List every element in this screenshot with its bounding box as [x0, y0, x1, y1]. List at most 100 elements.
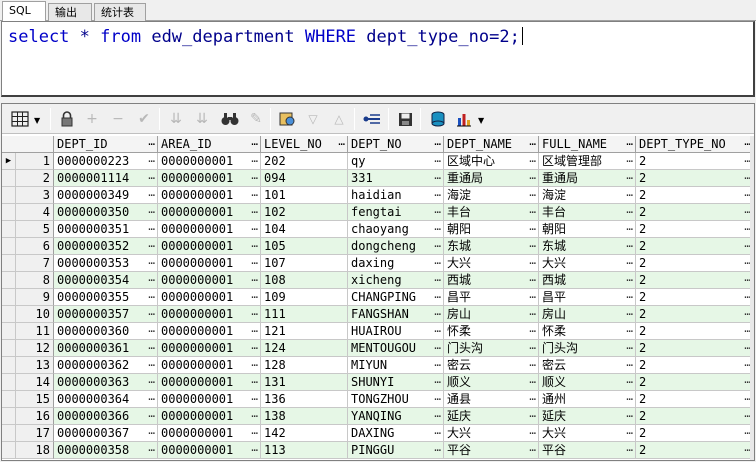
cell-area-id[interactable]: 0000000001… [158, 153, 261, 170]
cell-dept-name[interactable]: 延庆… [444, 408, 539, 425]
cell-more-icon[interactable]: … [434, 170, 441, 184]
vertical-scrollbar[interactable] [750, 136, 754, 460]
cell-dept-name[interactable]: 顺义… [444, 374, 539, 391]
cell-more-icon[interactable]: … [148, 204, 155, 218]
row-number[interactable]: 1 [16, 153, 54, 170]
cell-area-id[interactable]: 0000000001… [158, 170, 261, 187]
cell-dept-name[interactable]: 房山… [444, 306, 539, 323]
cell-dept-type-no[interactable]: 2… [636, 221, 754, 238]
row-indicator[interactable] [2, 272, 16, 289]
cell-full-name[interactable]: 大兴… [539, 255, 636, 272]
cell-dept-type-no[interactable]: 2… [636, 204, 754, 221]
cell-more-icon[interactable]: … [529, 408, 536, 422]
table-row[interactable]: 16 0000000366… 0000000001… 138 YANQING… 延庆… 延庆… [2, 408, 754, 425]
query-icon[interactable] [277, 109, 297, 129]
row-indicator[interactable] [2, 408, 16, 425]
cell-level-no[interactable]: 109 [261, 289, 348, 306]
cell-more-icon[interactable]: … [626, 204, 633, 218]
header-dept-no[interactable]: DEPT_NO… [348, 136, 444, 153]
cell-level-no[interactable]: 111 [261, 306, 348, 323]
header-dept-type-no[interactable]: DEPT_TYPE_NO… [636, 136, 754, 153]
cell-dept-type-no[interactable]: 2… [636, 255, 754, 272]
cell-dept-no[interactable]: haidian… [348, 187, 444, 204]
cell-dept-id[interactable]: 0000000358… [54, 442, 158, 459]
cell-more-icon[interactable]: … [529, 255, 536, 269]
cell-dept-type-no[interactable]: 2… [636, 340, 754, 357]
cell-more-icon[interactable]: … [626, 340, 633, 354]
cell-more-icon[interactable]: … [251, 340, 258, 354]
cell-level-no[interactable]: 202 [261, 153, 348, 170]
cell-more-icon[interactable]: … [529, 204, 536, 218]
cell-dept-id[interactable]: 0000000353… [54, 255, 158, 272]
cell-dept-name[interactable]: 门头沟… [444, 340, 539, 357]
cell-more-icon[interactable]: … [434, 204, 441, 218]
cell-dept-type-no[interactable]: 2… [636, 238, 754, 255]
cell-more-icon[interactable]: … [148, 357, 155, 371]
cell-area-id[interactable]: 0000000001… [158, 187, 261, 204]
cell-area-id[interactable]: 0000000001… [158, 391, 261, 408]
cell-more-icon[interactable]: … [626, 391, 633, 405]
cell-area-id[interactable]: 0000000001… [158, 272, 261, 289]
cell-dept-no[interactable]: dongcheng… [348, 238, 444, 255]
cell-dept-name[interactable]: 区域中心… [444, 153, 539, 170]
save-icon[interactable] [395, 109, 415, 129]
cell-more-icon[interactable]: … [626, 306, 633, 320]
row-number[interactable]: 10 [16, 306, 54, 323]
cell-dept-type-no[interactable]: 2… [636, 357, 754, 374]
table-row[interactable]: 10 0000000357… 0000000001… 111 FANGSHAN… 房山… 房… [2, 306, 754, 323]
row-indicator[interactable] [2, 374, 16, 391]
table-row[interactable]: 14 0000000363 … 0000000001 … 131 SHUNYI … 顺义 … 顺义 …… [2, 374, 754, 391]
cell-more-icon[interactable]: … [434, 340, 441, 354]
cell-dept-name[interactable]: 大兴… [444, 255, 539, 272]
lock-icon[interactable] [57, 109, 77, 129]
cell-more-icon[interactable]: … [148, 153, 155, 167]
cell-full-name[interactable]: 怀柔… [539, 323, 636, 340]
cell-more-icon[interactable]: … [434, 442, 441, 456]
chart-icon[interactable] [454, 109, 474, 129]
cell-level-no[interactable]: 102 [261, 204, 348, 221]
cell-dept-type-no[interactable]: 2… [636, 391, 754, 408]
cell-dept-no[interactable]: TONGZHOU… [348, 391, 444, 408]
cell-more-icon[interactable]: … [626, 425, 633, 439]
cell-more-icon[interactable]: … [251, 204, 258, 218]
row-number[interactable]: 7 [16, 255, 54, 272]
row-indicator[interactable] [2, 221, 16, 238]
header-dept-id[interactable]: DEPT_ID… [54, 136, 158, 153]
table-row[interactable]: 9 0000000355… 0000000001… 109 CHANGPING… 昌平… 昌… [2, 289, 754, 306]
cell-dept-name[interactable]: 东城… [444, 238, 539, 255]
cell-dept-id[interactable]: 0000000349… [54, 187, 158, 204]
cell-more-icon[interactable]: … [148, 340, 155, 354]
binoculars-icon[interactable] [220, 109, 240, 129]
cell-dept-name[interactable]: 大兴… [444, 425, 539, 442]
cell-dept-no[interactable]: DAXING… [348, 425, 444, 442]
tab-statistics[interactable]: 统计表 [94, 3, 146, 21]
cell-more-icon[interactable]: … [626, 289, 633, 303]
header-area-id[interactable]: AREA_ID… [158, 136, 261, 153]
cell-more-icon[interactable]: … [148, 272, 155, 286]
row-indicator[interactable] [2, 357, 16, 374]
cell-dept-no[interactable]: MIYUN… [348, 357, 444, 374]
cell-full-name[interactable]: 顺义… [539, 374, 636, 391]
row-indicator[interactable] [2, 170, 16, 187]
cell-dept-name[interactable]: 怀柔… [444, 323, 539, 340]
cell-more-icon[interactable]: … [434, 221, 441, 235]
cell-more-icon[interactable]: … [626, 408, 633, 422]
cell-area-id[interactable]: 0000000001… [158, 289, 261, 306]
tab-output[interactable]: 输出 [48, 3, 92, 21]
row-indicator[interactable] [2, 306, 16, 323]
cell-more-icon[interactable]: … [626, 153, 633, 167]
cell-area-id[interactable]: 0000000001… [158, 221, 261, 238]
cell-more-icon[interactable]: … [434, 357, 441, 371]
cell-level-no[interactable]: 121 [261, 323, 348, 340]
cell-more-icon[interactable]: … [626, 170, 633, 184]
cell-more-icon[interactable]: … [626, 442, 633, 456]
cell-more-icon[interactable]: … [626, 187, 633, 201]
cell-full-name[interactable]: 朝阳… [539, 221, 636, 238]
cell-more-icon[interactable]: … [148, 391, 155, 405]
cell-more-icon[interactable]: … [148, 289, 155, 303]
cell-more-icon[interactable]: … [529, 357, 536, 371]
cell-dept-no[interactable]: MENTOUGOU… [348, 340, 444, 357]
cell-dept-id[interactable]: 0000001114… [54, 170, 158, 187]
row-number[interactable]: 13 [16, 357, 54, 374]
cell-area-id[interactable]: 0000000001… [158, 255, 261, 272]
